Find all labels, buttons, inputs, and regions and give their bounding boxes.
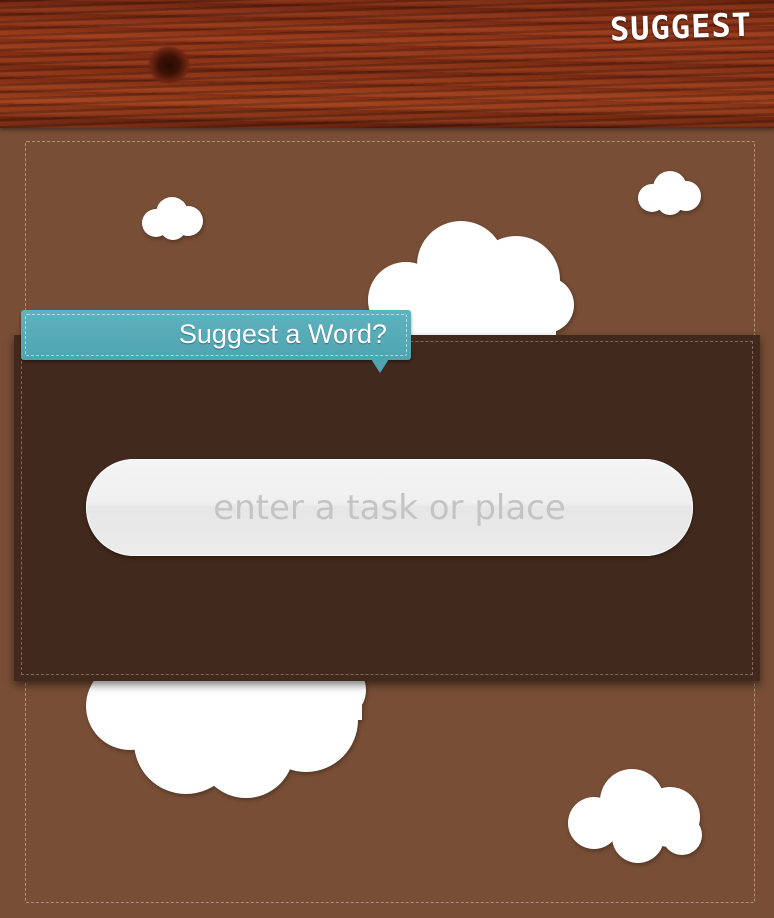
cloud-icon [140,195,206,241]
cloud-icon [636,170,704,218]
suggest-tag: Suggest a Word? [21,310,411,360]
tag-pointer [371,359,389,373]
cloud-icon [566,767,704,865]
wood-header: SUGGEST [0,0,774,128]
suggest-input[interactable] [86,459,693,556]
wood-knot [148,46,190,84]
suggest-tag-label: Suggest a Word? [178,319,387,349]
suggest-input-container [86,459,693,556]
page-title: SUGGEST [609,5,753,49]
